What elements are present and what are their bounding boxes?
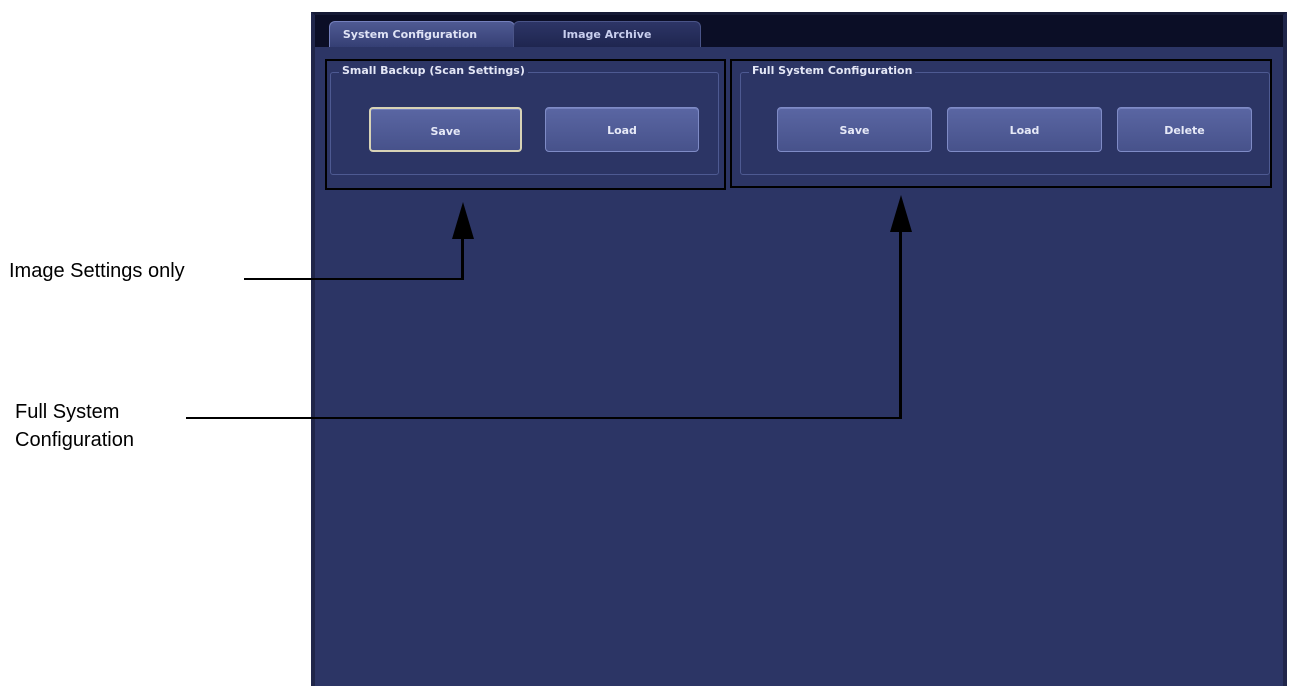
full-config-arrow-head: [890, 195, 912, 232]
image-settings-arrow-shaft: [461, 236, 464, 280]
full-config-arrow-shaft: [899, 229, 902, 419]
tab-image-archive[interactable]: Image Archive: [513, 21, 701, 47]
full-config-highlight-box: [730, 59, 1272, 188]
image-settings-leader-line: [244, 278, 464, 280]
full-config-callout-line1: Full System: [15, 401, 120, 423]
small-backup-highlight-box: [325, 59, 726, 190]
full-config-callout-line2: Configuration: [15, 429, 134, 451]
tab-bar: System Configuration Image Archive: [315, 15, 1283, 47]
full-config-leader-line: [186, 417, 902, 419]
image-settings-arrow-head: [452, 202, 474, 239]
tab-system-configuration[interactable]: System Configuration: [329, 21, 515, 47]
image-settings-callout: Image Settings only: [9, 260, 185, 282]
